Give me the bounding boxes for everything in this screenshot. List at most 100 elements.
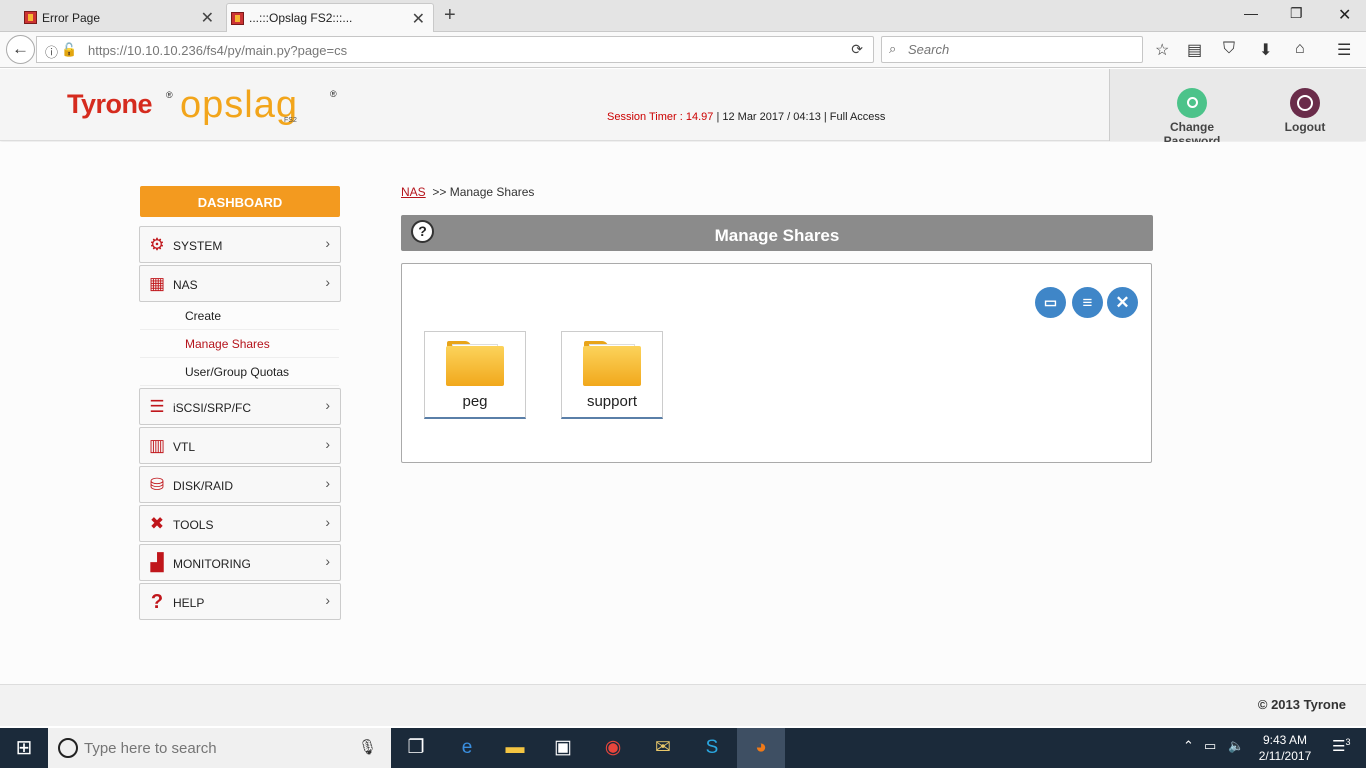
taskbar-search[interactable]: 🎙: [48, 728, 391, 768]
edge-icon[interactable]: e: [443, 728, 491, 768]
sidebar-item-tools[interactable]: ✖ TOOLS ›: [139, 505, 341, 542]
registered-mark: ®: [330, 89, 337, 99]
sidebar-subitem-manage-shares[interactable]: Manage Shares: [140, 330, 339, 358]
sidebar-item-label: DISK/RAID: [173, 479, 234, 493]
notifications-icon[interactable]: ☰3: [1332, 737, 1350, 755]
home-icon[interactable]: ⌂: [1295, 40, 1305, 58]
clock[interactable]: 9:43 AM 2/11/2017: [1255, 732, 1315, 764]
pocket-icon[interactable]: ⛉: [1223, 40, 1235, 58]
sidebar-item-help[interactable]: ? HELP ›: [139, 583, 341, 620]
windows-start-icon[interactable]: ⊞: [0, 728, 48, 768]
search-icon: ⌕: [889, 41, 897, 56]
chrome-icon[interactable]: ◉: [589, 728, 637, 768]
tyrone-favicon-icon: [231, 12, 244, 25]
dashboard-button[interactable]: DASHBOARD: [140, 186, 340, 217]
info-icon[interactable]: ⓘ: [45, 42, 58, 61]
bookmark-star-icon[interactable]: ☆: [1155, 40, 1169, 60]
chevron-right-icon: ›: [325, 235, 330, 251]
store-icon[interactable]: ▣: [539, 728, 587, 768]
breadcrumb: NAS >> Manage Shares: [401, 185, 534, 199]
panel-header: ? Manage Shares: [401, 215, 1153, 251]
restore-icon[interactable]: ❐: [1290, 5, 1303, 22]
server-icon: ☰: [149, 397, 165, 416]
volume-icon[interactable]: 🔈: [1228, 738, 1244, 754]
sidebar-item-label: MONITORING: [173, 557, 251, 571]
browser-tab-error-page[interactable]: Error Page ✕: [20, 3, 222, 32]
mail-app-icon[interactable]: ✉: [639, 728, 687, 768]
close-icon[interactable]: ✕: [1107, 287, 1138, 318]
sidebar-subitem-user-group-quotas[interactable]: User/Group Quotas: [140, 358, 339, 386]
breadcrumb-current: >> Manage Shares: [432, 185, 535, 199]
sidebar-item-label: TOOLS: [173, 518, 214, 532]
reload-icon[interactable]: ⟳: [851, 41, 863, 58]
tab-title: Error Page: [42, 10, 101, 25]
sidebar-subitem-create[interactable]: Create: [140, 302, 339, 330]
sidebar-item-label: SYSTEM: [173, 239, 223, 253]
sidebar-item-vtl[interactable]: ▥ VTL ›: [139, 427, 341, 464]
tools-icon: ✖: [149, 514, 165, 533]
clock-time: 9:43 AM: [1262, 733, 1308, 747]
window-close-icon[interactable]: ✕: [1338, 5, 1351, 25]
new-tab-icon[interactable]: +: [444, 4, 456, 27]
list-view-icon[interactable]: ≡: [1072, 287, 1103, 318]
tyrone-favicon-icon: [24, 11, 37, 24]
skype-icon[interactable]: S: [688, 728, 736, 768]
browser-tab-bar: Error Page ✕ ...:::Opslag FS2:::... ✕ + …: [0, 0, 1366, 32]
browser-tab-opslag[interactable]: ...:::Opslag FS2:::... ✕: [226, 3, 434, 32]
sidebar-item-system[interactable]: ⚙ SYSTEM ›: [139, 226, 341, 263]
chevron-right-icon: ›: [325, 553, 330, 569]
sidebar-item-nas[interactable]: ▦ NAS ›: [139, 265, 341, 302]
browser-search-input[interactable]: [908, 40, 1128, 59]
chevron-right-icon: ›: [325, 274, 330, 290]
browser-nav-bar: ← ⓘ 🔓 https://10.10.10.236/fs4/py/main.p…: [0, 32, 1366, 68]
registered-mark: ®: [166, 90, 173, 100]
share-name: support: [586, 393, 638, 410]
nas-icon: ▦: [148, 274, 166, 293]
session-info: Session Timer : 14.97 | 12 Mar 2017 / 04…: [607, 111, 885, 123]
session-timer: Session Timer : 14.97: [607, 111, 714, 123]
sidebar-item-disk-raid[interactable]: ⛁ DISK/RAID ›: [139, 466, 341, 503]
reading-list-icon[interactable]: ▤: [1187, 40, 1202, 60]
power-icon: [1290, 88, 1320, 118]
url-host: https://10.10.10.236: [88, 43, 203, 58]
task-view-icon[interactable]: ❐: [392, 728, 440, 768]
download-icon[interactable]: ⬇: [1259, 40, 1272, 60]
tape-library-icon: ▥: [148, 436, 166, 455]
chevron-right-icon: ›: [325, 514, 330, 530]
close-tab-icon[interactable]: ✕: [201, 8, 214, 28]
change-password-button[interactable]: Change Password: [1144, 88, 1240, 148]
url-text[interactable]: https://10.10.10.236/fs4/py/main.py?page…: [88, 43, 347, 58]
windows-taskbar: ⊞ 🎙 ❐ e ▬ ▣ ◉ ✉ S ◕ ⌃ ▭ 🔈 9:43 AM 2/11/2…: [0, 728, 1366, 768]
open-folder-icon[interactable]: ▭: [1035, 287, 1066, 318]
back-icon[interactable]: ←: [6, 35, 35, 64]
system-tray: ⌃ ▭ 🔈 9:43 AM 2/11/2017 ☰3: [1180, 728, 1366, 768]
sidebar-item-label: NAS: [173, 278, 198, 292]
battery-icon[interactable]: ▭: [1204, 738, 1216, 754]
file-explorer-icon[interactable]: ▬: [491, 728, 539, 768]
sidebar-item-iscsi[interactable]: ☰ iSCSI/SRP/FC ›: [139, 388, 341, 425]
minimize-icon[interactable]: —: [1244, 5, 1258, 21]
clock-date: 2/11/2017: [1258, 749, 1312, 763]
logout-button[interactable]: Logout: [1284, 88, 1326, 134]
firefox-icon[interactable]: ◕: [737, 728, 785, 768]
tab-title: ...:::Opslag FS2:::...: [249, 11, 353, 25]
sidebar-item-monitoring[interactable]: ▟ MONITORING ›: [139, 544, 341, 581]
microphone-icon[interactable]: 🎙: [358, 738, 377, 756]
browser-search-box[interactable]: ⌕: [881, 36, 1143, 63]
bar-chart-icon: ▟: [150, 553, 164, 572]
gear-icon: ⚙: [149, 235, 165, 254]
address-bar[interactable]: ⓘ 🔓 https://10.10.10.236/fs4/py/main.py?…: [36, 36, 874, 63]
close-tab-icon[interactable]: ✕: [412, 9, 425, 29]
session-date-access: | 12 Mar 2017 / 04:13 | Full Access: [713, 111, 886, 123]
insecure-lock-icon[interactable]: 🔓: [61, 42, 77, 58]
share-item-peg[interactable]: peg: [424, 331, 526, 419]
tyrone-logo: Tyrone: [67, 89, 153, 119]
app-header: Tyrone ® opslag ® FS2 Session Timer : 14…: [0, 69, 1366, 148]
hamburger-menu-icon[interactable]: ☰: [1337, 40, 1351, 60]
chevron-up-icon[interactable]: ⌃: [1183, 738, 1194, 754]
breadcrumb-link-nas[interactable]: NAS: [401, 185, 426, 199]
taskbar-search-input[interactable]: [84, 738, 344, 758]
share-item-support[interactable]: support: [561, 331, 663, 419]
cortana-icon: [58, 738, 78, 758]
key-icon: [1177, 88, 1207, 118]
